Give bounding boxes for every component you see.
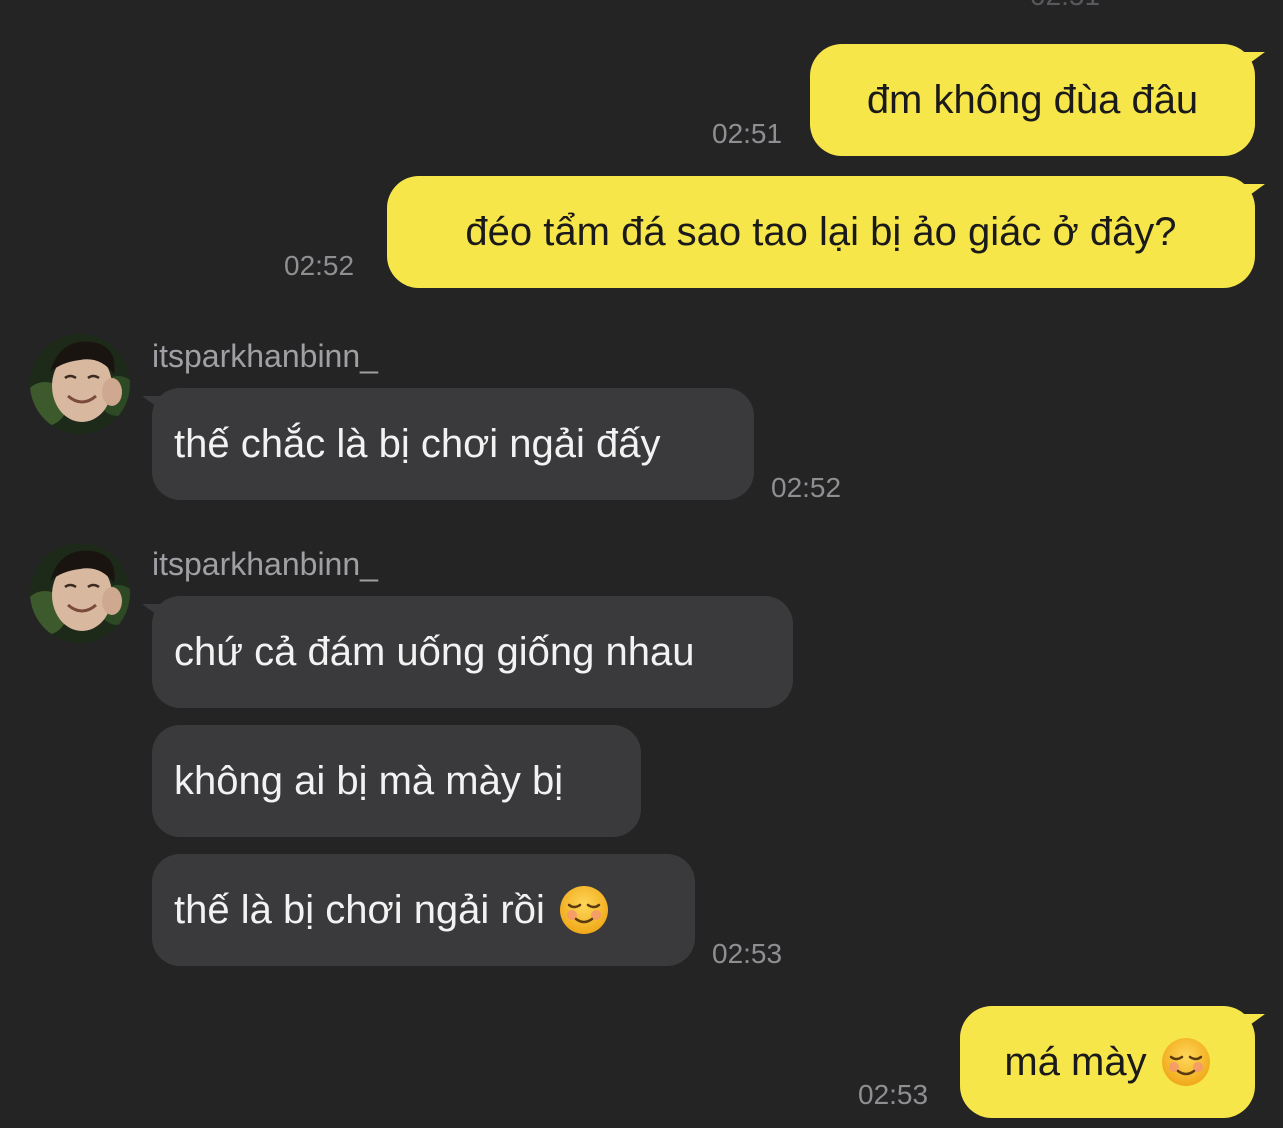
received-message-bubble[interactable]: thế là bị chơi ngải rồi (152, 854, 695, 966)
message-timestamp: 02:52 (284, 250, 355, 281)
avatar-photo-icon (30, 543, 130, 643)
sender-name: itsparkhanbinn_ (152, 338, 378, 374)
smiling-face-emoji-icon (1161, 1038, 1210, 1086)
message-text: không ai bị mà mày bị (174, 759, 564, 803)
sender-name: itsparkhanbinn_ (152, 546, 378, 582)
received-message-bubble[interactable]: thế chắc là bị chơi ngải đấy (142, 388, 754, 500)
message-text: đéo tẩm đá sao tao lại bị ảo giác ở đây? (465, 210, 1177, 254)
sender-avatar[interactable] (30, 334, 130, 434)
sent-message-bubble[interactable]: má mày (960, 1006, 1265, 1118)
message-text: chứ cả đám uống giống nhau (174, 630, 695, 674)
avatar-photo-icon (30, 334, 130, 434)
sent-message-bubble[interactable]: đm không đùa đâu (810, 44, 1265, 156)
received-message-bubble[interactable]: chứ cả đám uống giống nhau (142, 596, 793, 708)
sent-message-bubble[interactable]: đéo tẩm đá sao tao lại bị ảo giác ở đây? (387, 176, 1265, 288)
message-text: thế chắc là bị chơi ngải đấy (174, 422, 661, 466)
message-text: má mày (1004, 1040, 1147, 1084)
sender-avatar[interactable] (30, 543, 130, 643)
message-timestamp: 02:51 (712, 118, 783, 149)
partial-timestamp: 02:51 (1030, 0, 1100, 12)
smiling-face-emoji-icon (559, 886, 608, 934)
message-timestamp: 02:52 (771, 472, 842, 503)
message-timestamp: 02:53 (858, 1079, 929, 1110)
received-message-bubble[interactable]: không ai bị mà mày bị (152, 725, 641, 837)
message-timestamp: 02:53 (712, 938, 783, 969)
message-text: đm không đùa đâu (866, 78, 1199, 122)
message-text: thế là bị chơi ngải rồi (174, 888, 545, 932)
